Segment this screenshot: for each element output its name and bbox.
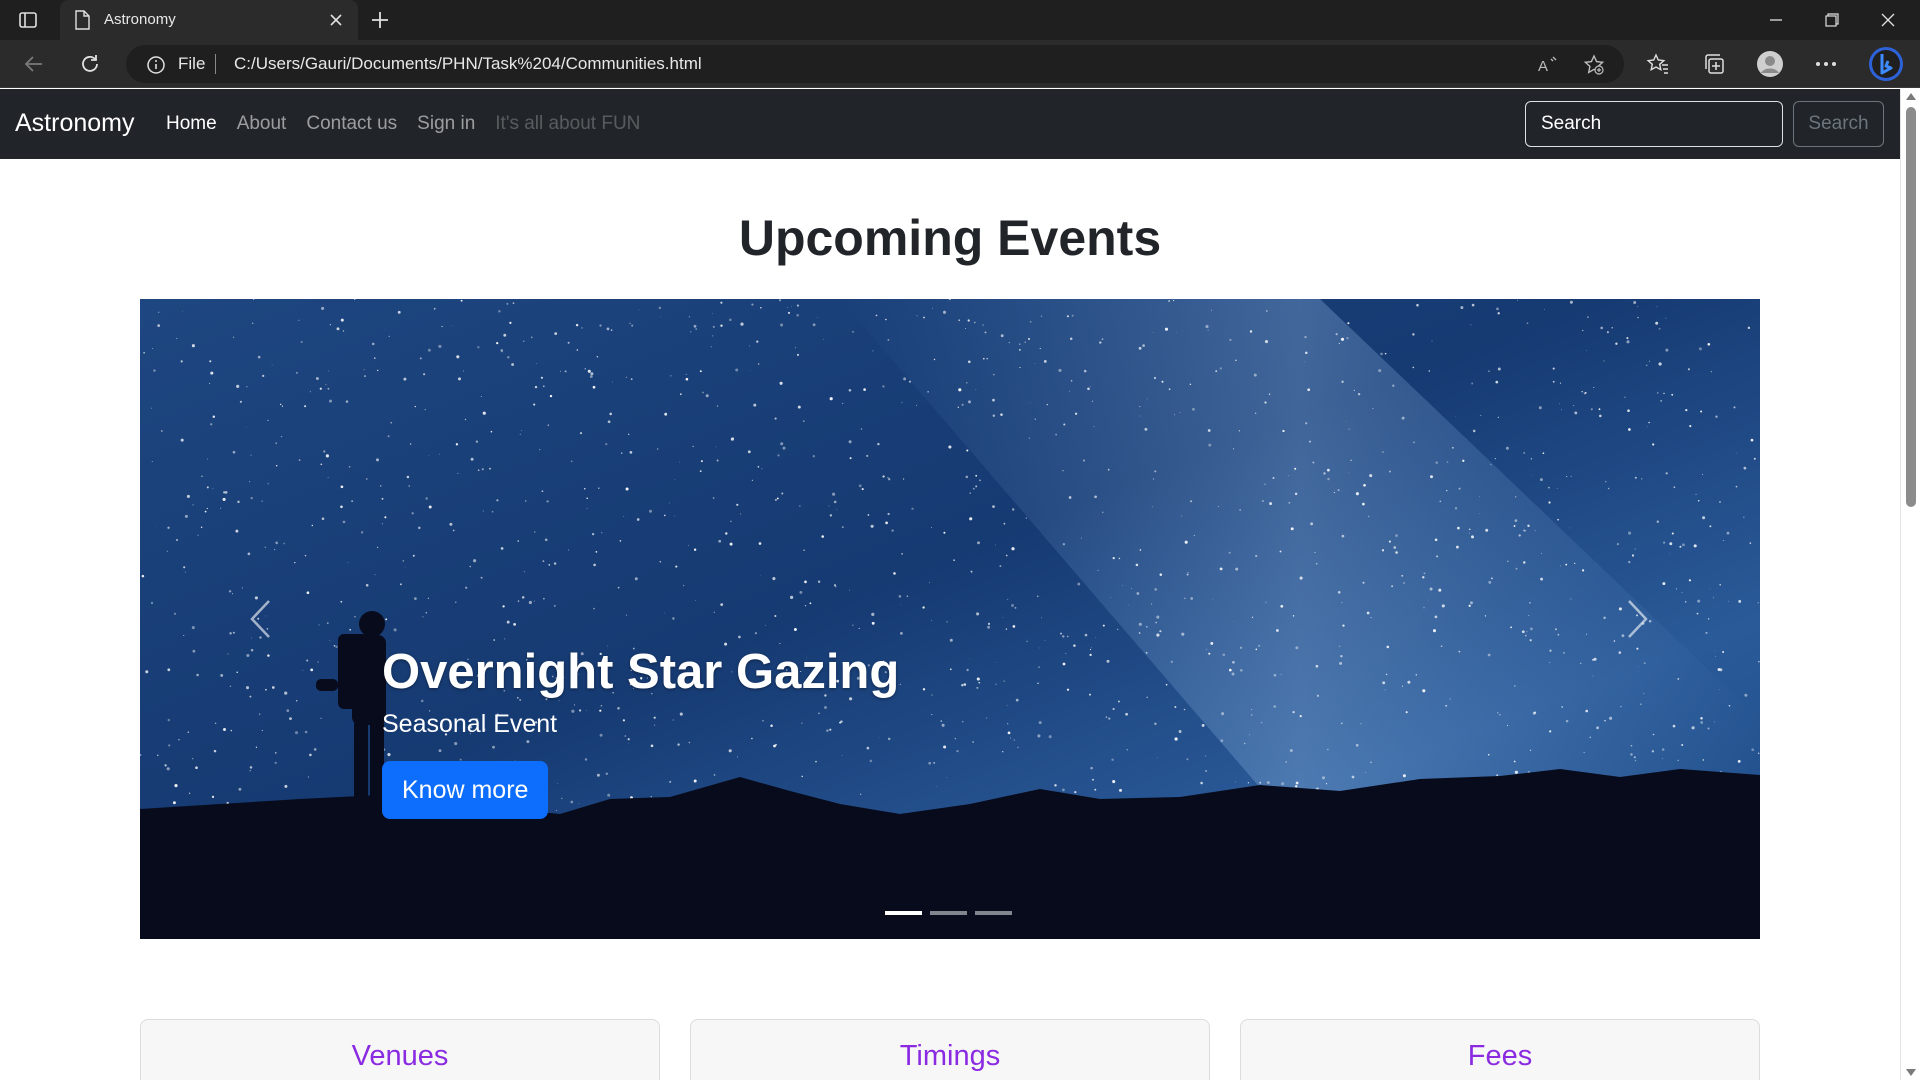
more-options-icon[interactable] (1812, 50, 1840, 78)
read-aloud-icon[interactable]: A (1536, 53, 1560, 77)
address-scheme-label: File (178, 54, 206, 73)
search-input[interactable] (1525, 101, 1783, 147)
slide-subtitle: Seasonal Event (382, 710, 558, 738)
slide-title: Overnight Star Gazing (382, 645, 900, 699)
carousel-indicator-2[interactable] (930, 911, 967, 915)
collections-icon[interactable] (1700, 50, 1728, 78)
card-timings: Timings (690, 1019, 1210, 1080)
page-viewport: Astronomy Home About Contact us Sign in … (0, 89, 1900, 1080)
page-title: Upcoming Events (738, 210, 1162, 266)
carousel-indicator-1[interactable] (885, 911, 922, 915)
scroll-up-arrow-icon[interactable] (1906, 93, 1916, 100)
add-favorite-icon[interactable] (1582, 53, 1606, 77)
nav-links: Home About Contact us Sign in It's all a… (166, 113, 640, 135)
close-window-icon[interactable] (1860, 0, 1916, 40)
refresh-icon[interactable] (76, 50, 104, 78)
chevron-right-icon (1628, 600, 1648, 638)
new-tab-icon[interactable] (368, 8, 392, 32)
site-navbar: Astronomy Home About Contact us Sign in … (0, 89, 1900, 159)
card-title: Fees (1467, 1040, 1533, 1072)
card-venues: Venues (140, 1019, 660, 1080)
card-title: Timings (899, 1040, 1001, 1072)
browser-tab-active[interactable]: Astronomy (60, 0, 358, 40)
favorites-icon[interactable] (1644, 50, 1672, 78)
browser-tab-bar: Astronomy (0, 0, 1920, 40)
address-url[interactable]: C:/Users/Gauri/Documents/PHN/Task%204/Co… (234, 54, 702, 74)
carousel-indicators (885, 911, 1012, 915)
close-tab-icon[interactable] (326, 10, 346, 30)
events-carousel: Overnight Star Gazing Seasonal Event Kno… (140, 299, 1760, 939)
card-fees: Fees (1240, 1019, 1760, 1080)
browser-toolbar: File C:/Users/Gauri/Documents/PHN/Task%2… (0, 40, 1920, 88)
nav-link-fun: It's all about FUN (495, 113, 641, 134)
carousel-next-button[interactable] (1608, 589, 1668, 649)
carousel-indicator-3[interactable] (975, 911, 1012, 915)
nav-link-about[interactable]: About (237, 113, 287, 135)
profile-avatar-icon[interactable] (1756, 50, 1784, 78)
page-scrollbar[interactable] (1900, 89, 1920, 1080)
back-icon[interactable] (20, 50, 48, 78)
nav-link-sign-in[interactable]: Sign in (417, 113, 475, 135)
info-icon[interactable] (146, 55, 166, 75)
address-bar[interactable]: File C:/Users/Gauri/Documents/PHN/Task%2… (126, 45, 1624, 83)
page-icon (75, 10, 90, 30)
restore-icon[interactable] (1804, 0, 1860, 40)
know-more-button[interactable]: Know more (382, 761, 549, 819)
tab-actions-icon[interactable] (16, 8, 40, 32)
carousel-caption: Overnight Star Gazing Seasonal Event Kno… (382, 644, 899, 819)
carousel-prev-button[interactable] (230, 589, 290, 649)
address-separator (215, 54, 216, 74)
carousel-image (140, 299, 1760, 939)
navbar-brand[interactable]: Astronomy (15, 109, 134, 138)
copilot-icon[interactable] (1868, 46, 1904, 82)
scrollbar-thumb[interactable] (1906, 107, 1916, 507)
nav-link-contact[interactable]: Contact us (306, 113, 397, 135)
chevron-left-icon (250, 600, 270, 638)
svg-text:A: A (1538, 58, 1548, 75)
minimize-icon[interactable] (1748, 0, 1804, 40)
card-title: Venues (351, 1040, 449, 1072)
scroll-down-arrow-icon[interactable] (1906, 1069, 1916, 1076)
search-button[interactable]: Search (1793, 101, 1884, 147)
tab-title: Astronomy (104, 11, 176, 28)
nav-link-home[interactable]: Home (166, 113, 217, 135)
